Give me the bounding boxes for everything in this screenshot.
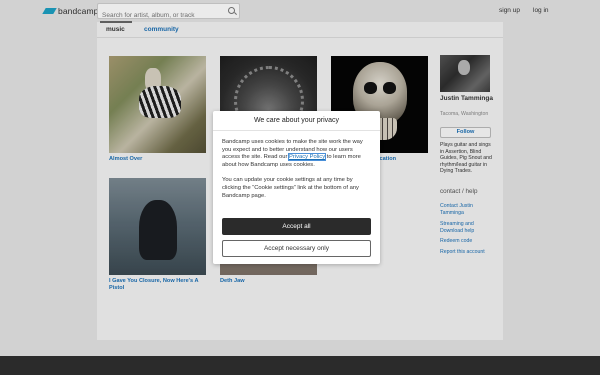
privacy-policy-link[interactable]: Privacy Policy: [288, 153, 327, 162]
cookie-consent-dialog: We care about your privacy Bandcamp uses…: [213, 111, 380, 264]
accept-necessary-button[interactable]: Accept necessary only: [222, 240, 371, 257]
accept-all-button[interactable]: Accept all: [222, 218, 371, 235]
cookie-description: Bandcamp uses cookies to make the site w…: [222, 139, 363, 168]
dialog-title: We care about your privacy: [213, 111, 380, 131]
cookie-settings-note: You can update your cookie settings at a…: [222, 177, 359, 199]
